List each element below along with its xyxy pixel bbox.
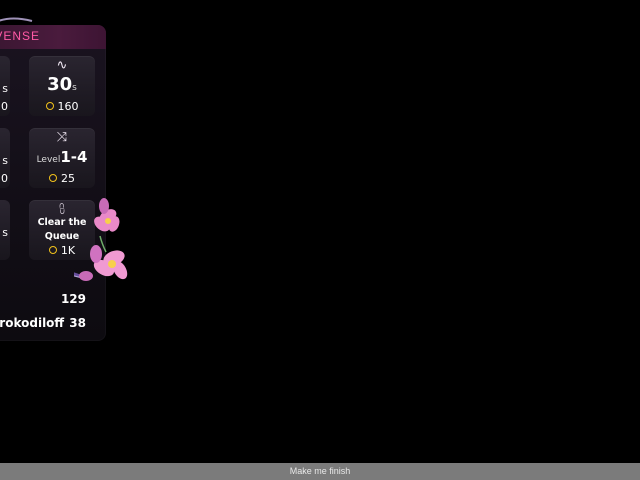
flower-decoration xyxy=(74,198,128,281)
panel-header: OVENSE xyxy=(0,17,106,49)
tile-cost: 25 xyxy=(29,172,95,185)
leaderboard-row: Krokodiloff 38 xyxy=(0,314,96,334)
tile-cost: 160 xyxy=(29,100,95,113)
tile-random-level[interactable]: ⤨ Level1-4 25 xyxy=(29,128,95,188)
partial-tile-unit: s xyxy=(2,226,8,239)
coin-icon xyxy=(45,102,54,110)
brand-swoosh-decoration xyxy=(0,17,33,22)
tile-value: 30s xyxy=(29,74,95,95)
partial-tile-2[interactable]: s 0 xyxy=(0,128,10,188)
partial-tile-value: 0 xyxy=(1,100,8,113)
tile-cost-value: 160 xyxy=(57,100,79,113)
tile-value-unit: s xyxy=(72,83,77,93)
tile-value: Level1-4 xyxy=(29,148,95,166)
tile-vibration-30s[interactable]: ∿ 30s 160 xyxy=(29,56,95,116)
tile-cost-value: 1K xyxy=(60,244,76,257)
tile-cost-value: 25 xyxy=(61,172,75,185)
coin-icon xyxy=(49,174,57,182)
leaderboard-value: 38 xyxy=(69,316,86,330)
shuffle-icon: ⤨ xyxy=(56,130,68,145)
partial-tile-3[interactable]: 0 s xyxy=(0,200,10,260)
tile-value-number: 30 xyxy=(47,74,73,95)
partial-tile-unit: s xyxy=(2,154,8,167)
partial-tile-unit: s xyxy=(2,82,8,95)
leaderboard-name: Krokodiloff xyxy=(0,316,65,330)
partial-tile-value: 0 xyxy=(1,172,8,185)
goal-bar: Make me finish xyxy=(0,463,640,480)
wave-icon: ∿ xyxy=(56,58,68,73)
tile-value-number: 1-4 xyxy=(60,148,88,166)
partial-tile-1[interactable]: s 0 xyxy=(0,56,10,116)
coin-icon xyxy=(48,246,57,254)
tile-value-prefix: Level xyxy=(36,155,61,165)
brand-logo: OVENSE xyxy=(0,29,41,43)
